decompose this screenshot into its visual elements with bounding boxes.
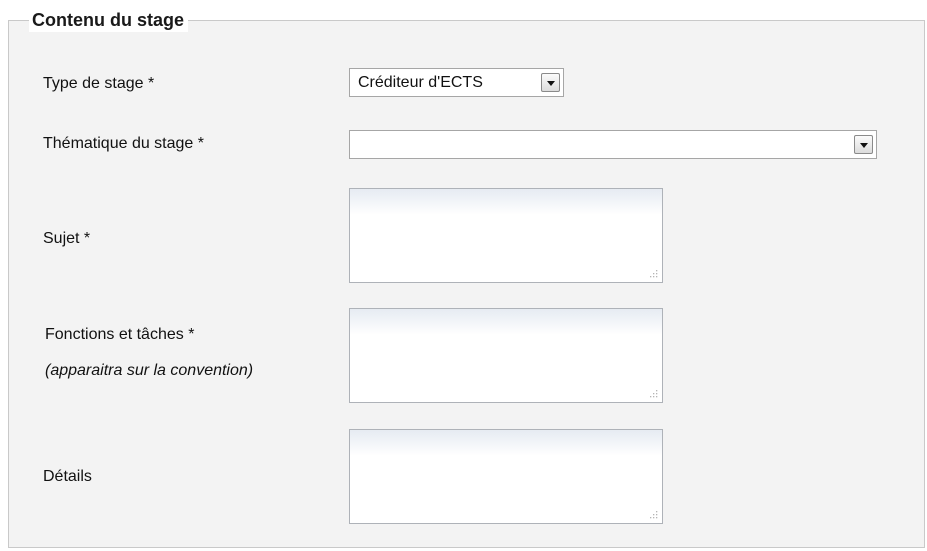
details-textarea[interactable] [349,429,663,524]
thematique-label: Thématique du stage * [43,135,204,152]
fonctions-textarea[interactable] [349,308,663,403]
thematique-select[interactable] [349,130,877,159]
type-stage-label: Type de stage * [43,75,155,92]
fonctions-label: Fonctions et tâches * [45,326,195,343]
fieldset-legend: Contenu du stage [29,8,188,32]
sujet-label: Sujet * [43,230,91,247]
chevron-down-icon[interactable] [541,73,560,92]
type-stage-selected-value: Créditeur d'ECTS [358,74,483,91]
fonctions-hint: (apparaitra sur la convention) [45,362,254,379]
sujet-textarea[interactable] [349,188,663,283]
details-label: Détails [43,468,92,485]
chevron-down-icon[interactable] [854,135,873,154]
type-stage-select[interactable]: Créditeur d'ECTS [349,68,564,97]
resize-grip-icon[interactable] [648,268,658,278]
resize-grip-icon[interactable] [648,388,658,398]
resize-grip-icon[interactable] [648,509,658,519]
